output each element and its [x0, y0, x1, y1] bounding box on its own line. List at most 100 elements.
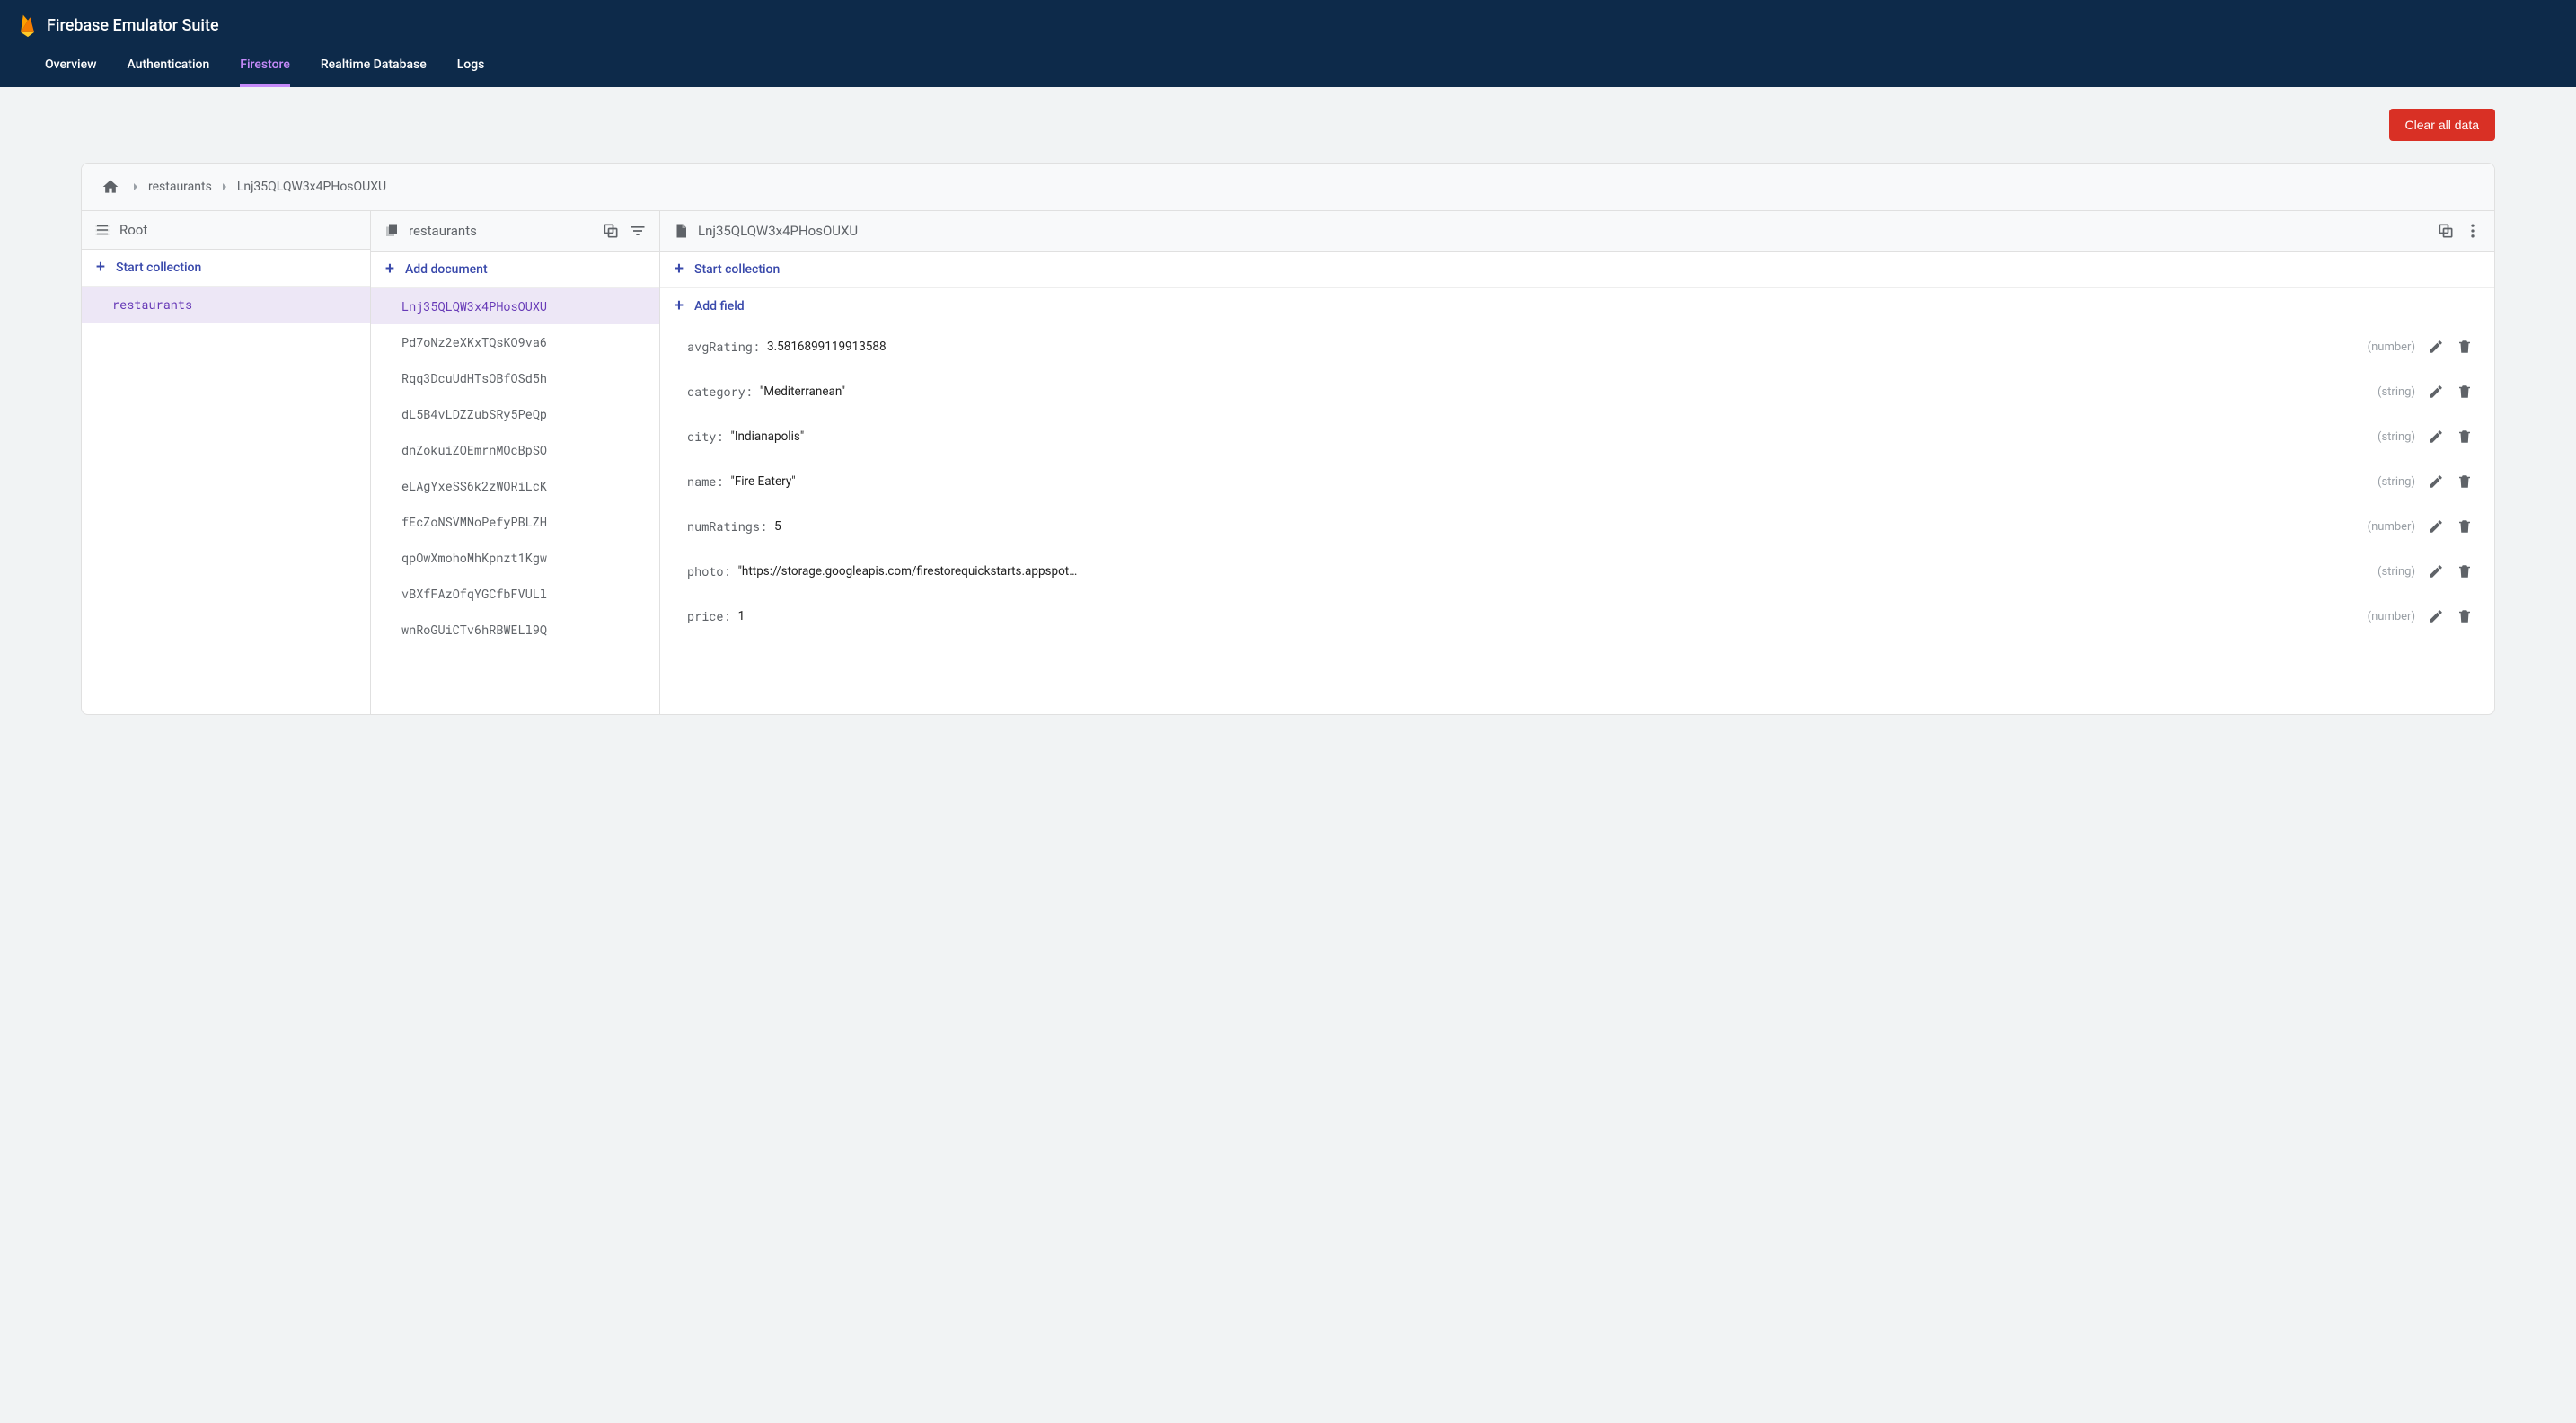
field-value: "Indianapolis" [731, 429, 805, 444]
field-row: name: "Fire Eatery" (string) [673, 459, 2482, 504]
app-header: Firebase Emulator Suite Overview Authenti… [0, 0, 2576, 87]
field-type: (string) [2378, 430, 2415, 444]
field-key: name: [687, 473, 724, 490]
firestore-browser-card: restaurantsLnj35QLQW3x4PHosOUXU Root + S… [81, 163, 2495, 715]
tab-overview[interactable]: Overview [45, 45, 96, 87]
edit-icon[interactable] [2424, 335, 2448, 358]
field-row: avgRating: 3.5816899119913588 (number) [673, 324, 2482, 369]
tab-authentication[interactable]: Authentication [127, 45, 209, 87]
nav-tabs: Overview Authentication Firestore Realtime … [18, 45, 2558, 87]
field-type: (number) [2368, 520, 2415, 534]
add-document-button[interactable]: + Add document [371, 252, 659, 288]
delete-icon[interactable] [2453, 380, 2476, 403]
edit-icon[interactable] [2424, 470, 2448, 493]
collection-icon [384, 223, 400, 239]
column-documents-title: restaurants [409, 223, 477, 239]
field-key: price: [687, 608, 731, 624]
field-row: numRatings: 5 (number) [673, 504, 2482, 549]
filter-icon[interactable] [629, 222, 647, 240]
field-key: numRatings: [687, 518, 767, 535]
document-item[interactable]: dL5B4vLDZZubSRy5PeQp [371, 396, 659, 432]
plus-icon: + [673, 300, 685, 313]
add-document-label: Add document [405, 262, 488, 277]
field-value: "https://storage.googleapis.com/firestor… [738, 564, 1080, 579]
chevron-right-icon [128, 180, 143, 194]
more-vert-icon[interactable] [2464, 222, 2482, 240]
edit-icon[interactable] [2424, 560, 2448, 583]
edit-icon[interactable] [2424, 425, 2448, 448]
field-row: city: "Indianapolis" (string) [673, 414, 2482, 459]
field-row: photo: "https://storage.googleapis.com/fi… [673, 549, 2482, 594]
browser-columns: Root + Start collection restaurants rest… [82, 211, 2494, 714]
document-item[interactable]: qpOwXmohoMhKpnzt1Kgw [371, 540, 659, 576]
page-toolbar: Clear all data [0, 87, 2576, 141]
start-collection-button[interactable]: + Start collection [82, 250, 370, 287]
field-value: 3.5816899119913588 [767, 340, 887, 354]
delete-icon[interactable] [2453, 335, 2476, 358]
document-list: Lnj35QLQW3x4PHosOUXUPd7oNz2eXKxTQsKO9va6… [371, 288, 659, 714]
plus-icon: + [384, 263, 396, 276]
column-root-title: Root [119, 222, 147, 238]
plus-icon: + [673, 263, 685, 276]
start-collection-button[interactable]: + Start collection [660, 252, 2494, 288]
document-item[interactable]: wnRoGUiCTv6hRBWELl9Q [371, 612, 659, 648]
database-icon [94, 222, 110, 238]
column-root: Root + Start collection restaurants [82, 211, 371, 714]
tab-realtime-database[interactable]: Realtime Database [321, 45, 427, 87]
add-field-label: Add field [694, 299, 745, 314]
delete-icon[interactable] [2453, 605, 2476, 628]
collection-item[interactable]: restaurants [82, 287, 370, 323]
document-item[interactable]: eLAgYxeSS6k2zWORiLcK [371, 468, 659, 504]
start-collection-label: Start collection [694, 262, 780, 277]
edit-icon[interactable] [2424, 605, 2448, 628]
document-item[interactable]: Rqq3DcuUdHTsOBfOSd5h [371, 360, 659, 396]
home-icon[interactable] [101, 178, 119, 196]
field-key: category: [687, 384, 753, 400]
column-fields: Lnj35QLQW3x4PHosOUXU + Start collection … [660, 211, 2494, 714]
breadcrumb-item[interactable]: Lnj35QLQW3x4PHosOUXU [237, 180, 386, 194]
field-type: (string) [2378, 385, 2415, 399]
column-fields-title: Lnj35QLQW3x4PHosOUXU [698, 223, 858, 239]
field-value: 1 [738, 609, 745, 623]
delete-icon[interactable] [2453, 470, 2476, 493]
column-documents: restaurants + Add document Lnj35QLQW3x4P… [371, 211, 660, 714]
add-field-button[interactable]: + Add field [660, 288, 2494, 324]
field-value: "Mediterranean" [760, 384, 845, 399]
field-value: "Fire Eatery" [731, 474, 796, 489]
field-key: avgRating: [687, 339, 760, 355]
field-type: (string) [2378, 565, 2415, 579]
copy-icon[interactable] [602, 222, 620, 240]
document-item[interactable]: vBXfFAzOfqYGCfbFVULl [371, 576, 659, 612]
start-collection-label: Start collection [116, 261, 201, 275]
clear-all-data-button[interactable]: Clear all data [2389, 109, 2496, 141]
breadcrumb: restaurants Lnj35QLQW3x4PHosOUXU [82, 164, 2494, 211]
delete-icon[interactable] [2453, 515, 2476, 538]
field-type: (number) [2368, 610, 2415, 623]
edit-icon[interactable] [2424, 515, 2448, 538]
delete-icon[interactable] [2453, 425, 2476, 448]
collection-list: restaurants [82, 287, 370, 714]
field-value: 5 [774, 519, 781, 534]
field-row: category: "Mediterranean" (string) [673, 369, 2482, 414]
field-list: avgRating: 3.5816899119913588 (number) cate… [660, 324, 2494, 651]
tab-firestore[interactable]: Firestore [240, 45, 290, 87]
edit-icon[interactable] [2424, 380, 2448, 403]
copy-icon[interactable] [2437, 222, 2455, 240]
field-key: city: [687, 429, 724, 445]
document-icon [673, 223, 689, 239]
plus-icon: + [94, 261, 107, 274]
document-item[interactable]: fEcZoNSVMNoPefyPBLZH [371, 504, 659, 540]
field-key: photo: [687, 563, 731, 579]
field-type: (string) [2378, 475, 2415, 489]
document-item[interactable]: dnZokuiZOEmrnMOcBpSO [371, 432, 659, 468]
field-type: (number) [2368, 340, 2415, 354]
chevron-right-icon [217, 180, 232, 194]
firebase-logo-icon [18, 13, 38, 38]
breadcrumb-item[interactable]: restaurants [148, 180, 212, 194]
delete-icon[interactable] [2453, 560, 2476, 583]
app-title: Firebase Emulator Suite [47, 16, 219, 35]
document-item[interactable]: Pd7oNz2eXKxTQsKO9va6 [371, 324, 659, 360]
field-row: price: 1 (number) [673, 594, 2482, 639]
document-item[interactable]: Lnj35QLQW3x4PHosOUXU [371, 288, 659, 324]
tab-logs[interactable]: Logs [457, 45, 485, 87]
